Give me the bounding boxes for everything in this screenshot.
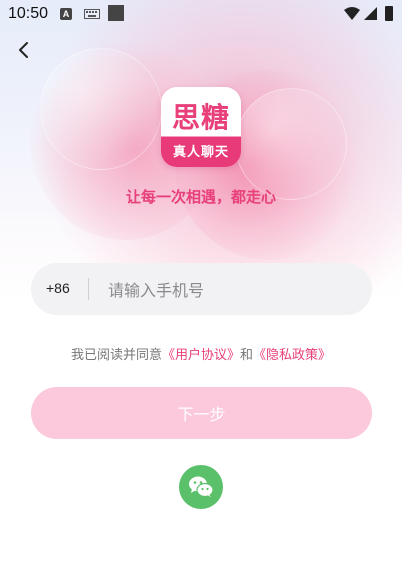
privacy-policy-link[interactable]: 《隐私政策》 [253,348,331,363]
divider [88,278,89,300]
status-time: 10:50 [8,5,49,22]
user-agreement-link[interactable]: 《用户协议》 [162,348,240,363]
back-arrow-icon[interactable] [14,40,34,60]
agreement-text: 我已阅读并同意《用户协议》和《隐私政策》 [0,344,402,363]
logo-title: 思糖 [171,101,230,134]
status-bar: 10:50 A [0,0,402,28]
country-code[interactable]: +86 [46,280,70,296]
notification-square-icon [108,5,124,21]
keyboard-icon [84,9,100,19]
wifi-icon [344,7,360,20]
app-logo: 思糖 真人聊天 [161,87,241,167]
phone-input-group: +86 [31,263,372,315]
decor-bubble [40,48,162,170]
wechat-icon[interactable] [179,465,223,509]
agreement-prefix: 我已阅读并同意 [70,348,162,363]
logo-subtitle: 真人聊天 [172,145,229,160]
notification-a-icon: A [60,8,72,20]
agreement-conjunction: 和 [240,348,254,363]
decor-bubble [235,88,347,200]
slogan: 让每一次相遇，都走心 [125,188,276,206]
phone-input[interactable] [106,275,360,305]
battery-icon [385,6,393,21]
next-button[interactable]: 下一步 [31,387,372,439]
signal-icon [364,7,377,20]
